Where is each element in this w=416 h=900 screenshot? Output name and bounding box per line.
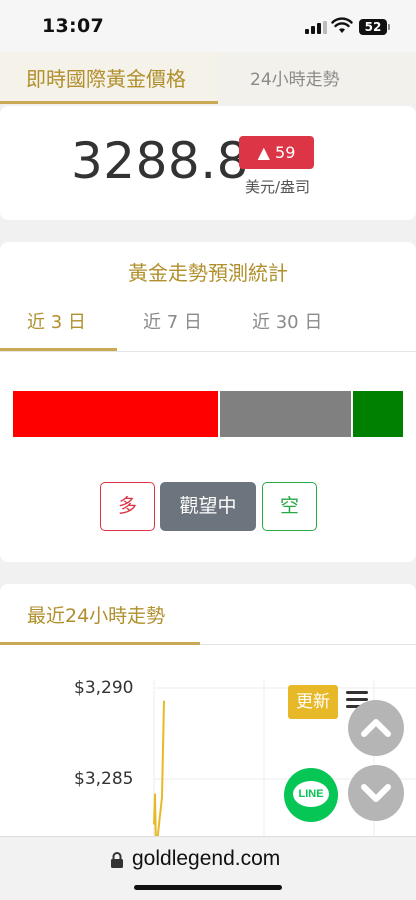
short-button[interactable]: 空 xyxy=(262,482,317,531)
top-tabs: 即時國際黃金價格 24小時走勢 xyxy=(0,52,416,104)
tab-period-30d[interactable]: 近 30 日 xyxy=(252,308,322,334)
trend-title: 最近24小時走勢 xyxy=(27,605,166,627)
tab-period-7d[interactable]: 近 7 日 xyxy=(143,308,202,334)
forecast-title: 黃金走勢預測統計 xyxy=(128,261,288,285)
y-tick-label: $3,285 xyxy=(74,769,134,789)
browser-url-bar[interactable]: goldlegend.com xyxy=(0,836,416,900)
battery-icon: 52 xyxy=(359,19,390,35)
price-unit: 美元/盎司 xyxy=(245,178,311,196)
status-bar: 13:07 52 xyxy=(0,0,416,52)
scroll-down-button[interactable] xyxy=(348,765,404,821)
home-indicator xyxy=(134,885,282,890)
forecast-distribution-bar xyxy=(13,391,403,437)
gold-price-value: 3288.8 xyxy=(71,132,249,190)
long-segment xyxy=(13,391,218,437)
price-card: 3288.8 xyxy=(0,106,416,220)
line-share-button[interactable]: LINE xyxy=(284,768,338,822)
tab-24h-trend[interactable]: 24小時走勢 xyxy=(250,65,340,90)
chevron-down-icon xyxy=(361,784,391,802)
active-period-underline xyxy=(0,348,117,351)
tab-realtime-price-label: 即時國際黃金價格 xyxy=(26,67,186,91)
refresh-button[interactable]: 更新 xyxy=(288,685,338,719)
forecast-card: 黃金走勢預測統計 近 3 日 近 7 日 近 30 日 多 觀望中 空 xyxy=(0,242,416,562)
y-tick-label: $3,290 xyxy=(74,678,134,698)
watch-button[interactable]: 觀望中 xyxy=(160,482,256,531)
status-time: 13:07 xyxy=(42,15,104,37)
cellular-signal-icon xyxy=(305,21,327,34)
lock-icon xyxy=(111,852,123,868)
neutral-segment xyxy=(220,391,351,437)
wifi-icon xyxy=(331,17,353,33)
line-logo-icon: LINE xyxy=(293,781,329,807)
trend-title-underline xyxy=(0,642,200,645)
url-text: goldlegend.com xyxy=(132,847,281,870)
page: 13:07 52 即時國際黃金價格 24小時走勢 3288.8 ▲ 59 美元/… xyxy=(0,0,416,900)
price-series-line xyxy=(153,700,165,840)
long-button[interactable]: 多 xyxy=(100,482,155,531)
period-tabs: 近 3 日 近 7 日 近 30 日 xyxy=(0,302,416,352)
scroll-up-button[interactable] xyxy=(348,700,404,756)
short-segment xyxy=(353,391,403,437)
tab-period-3d[interactable]: 近 3 日 xyxy=(27,308,86,334)
price-change-badge: ▲ 59 xyxy=(239,136,314,169)
chevron-up-icon xyxy=(361,719,391,737)
tab-realtime-price[interactable]: 即時國際黃金價格 xyxy=(0,52,218,104)
